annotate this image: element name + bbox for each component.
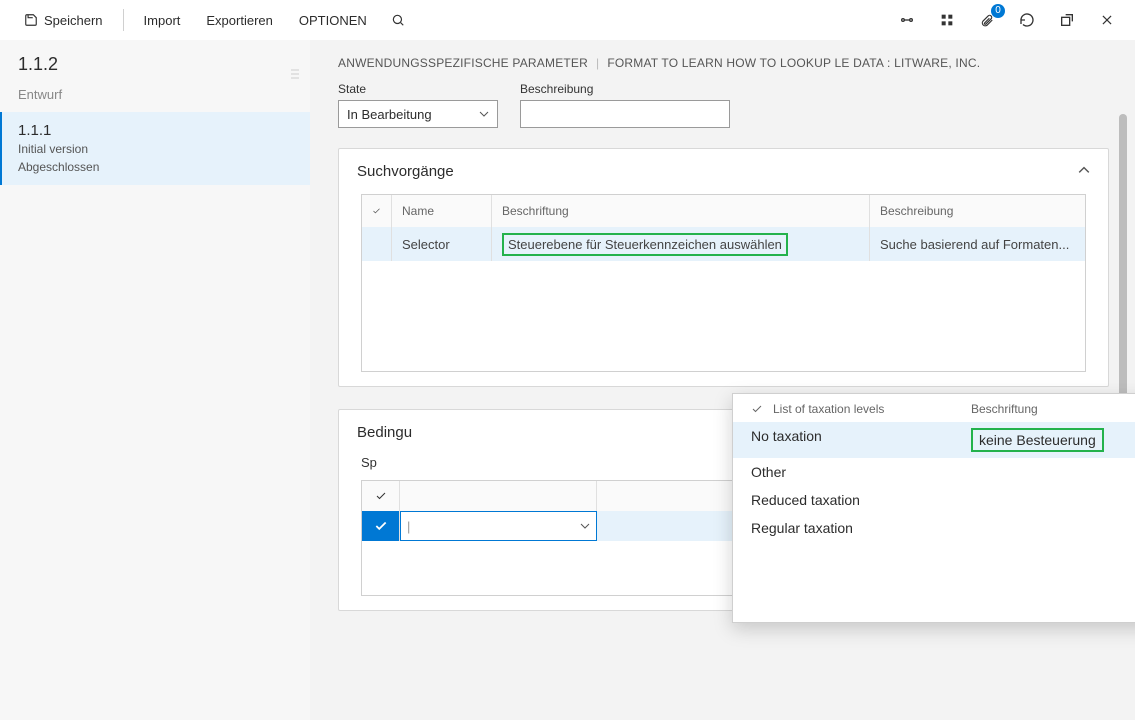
- refresh-icon: [1019, 12, 1035, 28]
- dropdown-option-regular[interactable]: Regular taxation: [733, 514, 1135, 542]
- suchvorgaenge-header[interactable]: Suchvorgänge: [339, 149, 1108, 194]
- apps-button[interactable]: [933, 6, 961, 34]
- import-button[interactable]: Import: [134, 7, 191, 34]
- notifications-button[interactable]: 0: [973, 6, 1001, 34]
- dropdown-header: List of taxation levels Beschriftung: [733, 394, 1135, 422]
- grid-header-row: Name Beschriftung Beschreibung: [362, 195, 1085, 227]
- grid-row-check[interactable]: [362, 227, 392, 261]
- chevron-down-icon: [580, 519, 590, 534]
- search-icon: [391, 13, 405, 27]
- dropdown-option-name: No taxation: [751, 428, 971, 452]
- sidebar-resize-handle[interactable]: [290, 40, 300, 80]
- bedingungen-title: Bedingu: [357, 424, 412, 441]
- suchvorgaenge-title: Suchvorgänge: [357, 163, 454, 180]
- sidebar-item-line2: Abgeschlossen: [18, 159, 292, 175]
- close-button[interactable]: [1093, 6, 1121, 34]
- breadcrumb: ANWENDUNGSSPEZIFISCHE PARAMETER | FORMAT…: [338, 56, 1109, 70]
- link-icon: [899, 12, 915, 28]
- highlighted-beschriftung: Steuerebene für Steuerkennzeichen auswäh…: [502, 233, 788, 256]
- dropdown-option-reduced[interactable]: Reduced taxation: [733, 486, 1135, 514]
- office-icon: [939, 12, 955, 28]
- link-icon-button[interactable]: [893, 6, 921, 34]
- notification-badge: 0: [991, 4, 1005, 18]
- taxation-dropdown-popup: List of taxation levels Beschriftung No …: [732, 393, 1135, 623]
- app-toolbar: Speichern Import Exportieren OPTIONEN 0: [0, 0, 1135, 40]
- sidebar-entwurf-label: Entwurf: [0, 81, 310, 112]
- sidebar-item-version[interactable]: 1.1.1 Initial version Abgeschlossen: [0, 112, 310, 185]
- grid-header-name[interactable]: Name: [392, 195, 492, 227]
- dropdown-option-other[interactable]: Other: [733, 458, 1135, 486]
- refresh-button[interactable]: [1013, 6, 1041, 34]
- beschreibung-label: Beschreibung: [520, 82, 730, 96]
- toolbar-separator: [123, 9, 124, 31]
- sidebar-item-title: 1.1.1: [18, 122, 292, 139]
- export-button[interactable]: Exportieren: [196, 7, 282, 34]
- bedingungen-row-check[interactable]: [362, 511, 400, 541]
- grid-cell-beschreibung: Suche basierend auf Formaten...: [870, 227, 1085, 261]
- main-panel: ANWENDUNGSSPEZIFISCHE PARAMETER | FORMAT…: [310, 40, 1135, 720]
- close-icon: [1100, 13, 1114, 27]
- grid-header-check[interactable]: [362, 195, 392, 227]
- state-value: In Bearbeitung: [347, 107, 432, 122]
- save-button[interactable]: Speichern: [14, 7, 113, 34]
- chevron-up-icon: [1078, 163, 1090, 180]
- bedingungen-select-cell[interactable]: |: [400, 511, 597, 541]
- version-sidebar: 1.1.2 Entwurf 1.1.1 Initial version Abge…: [0, 40, 310, 720]
- suchvorgaenge-grid: Name Beschriftung Beschreibung Selector …: [361, 194, 1086, 372]
- options-button[interactable]: OPTIONEN: [289, 7, 377, 34]
- dropdown-option-no-taxation[interactable]: No taxation keine Besteuerung: [733, 422, 1135, 458]
- sidebar-item-line1: Initial version: [18, 141, 292, 157]
- bedingungen-header-c1[interactable]: [400, 481, 597, 511]
- grid-row-selector[interactable]: Selector Steuerebene für Steuerkennzeich…: [362, 227, 1085, 261]
- grid-cell-name: Selector: [392, 227, 492, 261]
- popout-icon: [1059, 12, 1075, 28]
- sidebar-heading: 1.1.2: [18, 54, 292, 75]
- breadcrumb-part2: FORMAT TO LEARN HOW TO LOOKUP LE DATA : …: [607, 56, 980, 70]
- dropdown-header-list[interactable]: List of taxation levels: [773, 402, 884, 416]
- grid-header-beschreibung[interactable]: Beschreibung: [870, 195, 1085, 227]
- popout-button[interactable]: [1053, 6, 1081, 34]
- search-button[interactable]: [383, 7, 413, 33]
- suchvorgaenge-panel: Suchvorgänge Name Beschriftung Bes: [338, 148, 1109, 387]
- grid-cell-beschriftung: Steuerebene für Steuerkennzeichen auswäh…: [492, 227, 870, 261]
- highlighted-option-label: keine Besteuerung: [971, 428, 1104, 452]
- bedingungen-header-check[interactable]: [362, 481, 400, 511]
- chevron-down-icon: [479, 107, 489, 122]
- check-icon: [751, 403, 763, 415]
- breadcrumb-part1: ANWENDUNGSSPEZIFISCHE PARAMETER: [338, 56, 588, 70]
- save-icon: [24, 13, 38, 27]
- dropdown-header-beschriftung[interactable]: Beschriftung: [971, 402, 1135, 416]
- grid-header-beschriftung[interactable]: Beschriftung: [492, 195, 870, 227]
- grid-empty-space: [362, 261, 1085, 371]
- state-select[interactable]: In Bearbeitung: [338, 100, 498, 128]
- save-label: Speichern: [44, 13, 103, 28]
- beschreibung-input[interactable]: [520, 100, 730, 128]
- state-label: State: [338, 82, 498, 96]
